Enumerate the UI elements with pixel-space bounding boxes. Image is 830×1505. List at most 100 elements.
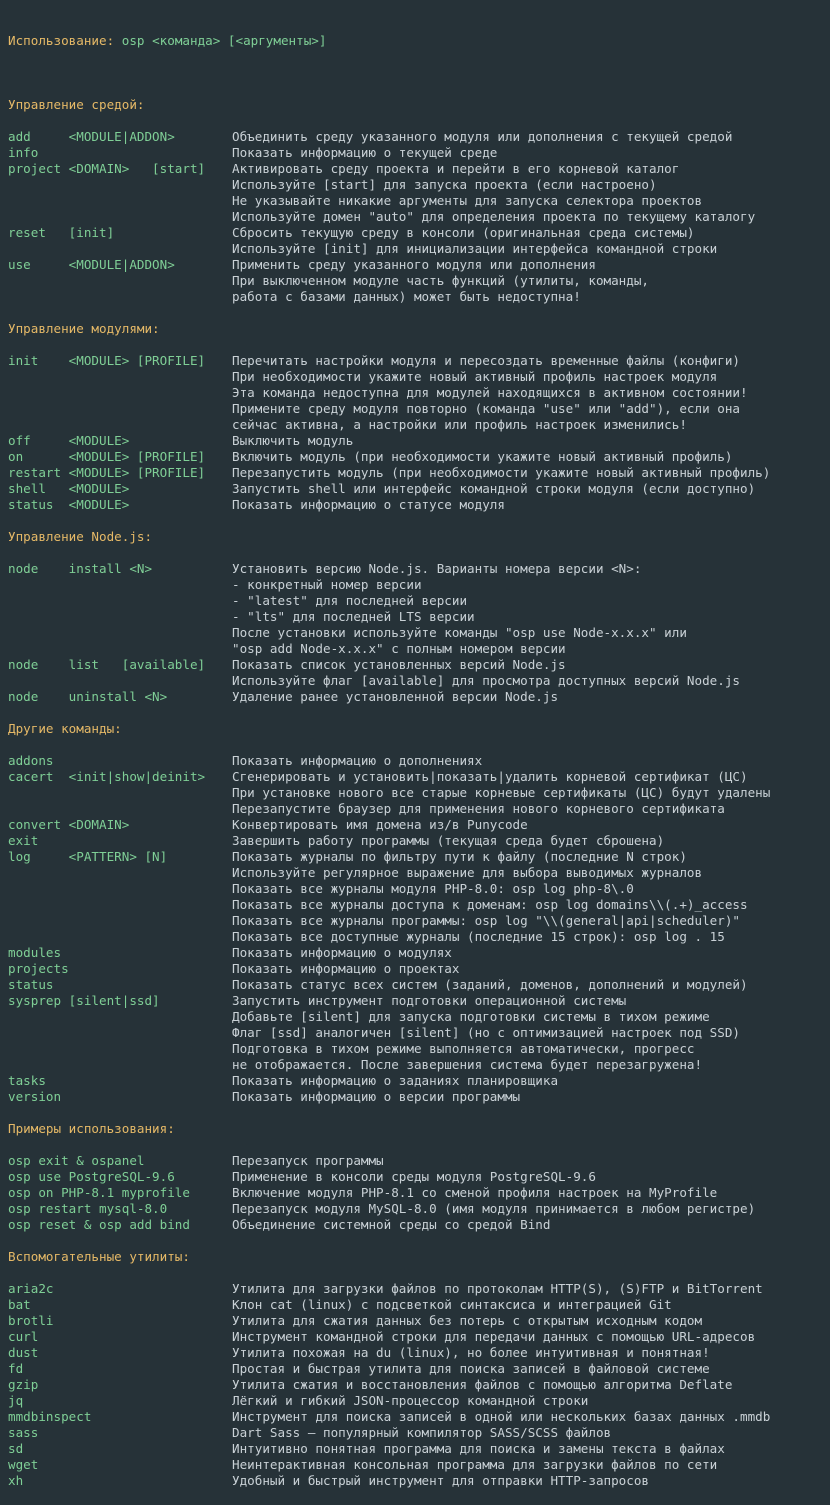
command-row: log <PATTERN> [N] Показать журналы по фил… xyxy=(8,849,830,865)
command-row: status <MODULE> Показать информацию о ста… xyxy=(8,497,830,513)
command-description: Используйте [start] для запуска проекта … xyxy=(232,177,657,192)
command-name: log <PATTERN> [N] xyxy=(8,849,168,864)
command-name: status <MODULE> xyxy=(8,497,130,512)
command-description: Добавьте [silent] для запуска подготовки… xyxy=(232,1009,710,1024)
command-row: restart <MODULE> [PROFILE] Перезапустить … xyxy=(8,465,830,481)
command-description: Удобный и быстрый инструмент для отправк… xyxy=(232,1473,650,1488)
command-name: node list [available] xyxy=(8,657,206,672)
command-name: exit xyxy=(8,833,39,848)
command-row-continuation: не отображается. После завершения систем… xyxy=(8,1057,830,1073)
command-description: Конвертировать имя домена из/в Punycode xyxy=(232,817,528,832)
command-row-continuation: Добавьте [silent] для запуска подготовки… xyxy=(8,1009,830,1025)
command-row: info Показать информацию о текущей среде xyxy=(8,145,830,161)
command-name: jq xyxy=(8,1393,24,1408)
command-row-continuation: Используйте домен "auto" для определения… xyxy=(8,209,830,225)
command-description: При выключенном модуле часть функций (ут… xyxy=(232,273,650,288)
command-row: gzip Утилита сжатия и восстановления файл… xyxy=(8,1377,830,1393)
command-description: После установки используйте команды "osp… xyxy=(232,625,687,640)
command-row: osp on PHP-8.1 myprofile Включение модуля… xyxy=(8,1185,830,1201)
command-description: Объединение системной среды со средой Bi… xyxy=(232,1217,551,1232)
command-description: Перечитать настройки модуля и пересоздат… xyxy=(232,353,740,368)
help-sections: Управление средой: add <MODULE|ADDON> Объе… xyxy=(8,81,830,1489)
command-name: node uninstall <N> xyxy=(8,689,168,704)
command-row: dust Утилита похожая на du (linux), но бо… xyxy=(8,1345,830,1361)
command-row-continuation: При установке нового все старые корневые… xyxy=(8,785,830,801)
command-description: Применить среду указанного модуля или до… xyxy=(232,257,596,272)
command-name: bat xyxy=(8,1297,31,1312)
command-name: off <MODULE> xyxy=(8,433,130,448)
command-name: node install <N> xyxy=(8,561,153,576)
command-description: Используйте флаг [available] для просмот… xyxy=(232,673,740,688)
command-description: Показать информацию о дополнениях xyxy=(232,753,483,768)
command-description: Утилита для загрузки файлов по протокола… xyxy=(232,1281,763,1296)
command-row-continuation: сейчас активна, а настройки или профиль … xyxy=(8,417,830,433)
command-row: add <MODULE|ADDON> Объединить среду указа… xyxy=(8,129,830,145)
command-name: shell <MODULE> xyxy=(8,481,130,496)
command-row: sass Dart Sass — популярный компилятор SA… xyxy=(8,1425,830,1441)
command-name: on <MODULE> [PROFILE] xyxy=(8,449,206,464)
command-description: При установке нового все старые корневые… xyxy=(232,785,771,800)
command-description: Показать информацию о текущей среде xyxy=(232,145,498,160)
command-row: osp reset & osp add bind Объединение сист… xyxy=(8,1217,830,1233)
command-description: Завершить работу программы (текущая сред… xyxy=(232,833,665,848)
command-row: osp exit & ospanel Перезапуск программы xyxy=(8,1153,830,1169)
command-row-continuation: Эта команда недоступна для модулей наход… xyxy=(8,385,830,401)
command-description: Dart Sass — популярный компилятор SASS/S… xyxy=(232,1425,612,1440)
command-row-continuation: - "latest" для последней версии xyxy=(8,593,830,609)
command-row: jq Лёгкий и гибкий JSON-процессор командн… xyxy=(8,1393,830,1409)
command-description: Интуитивно понятная программа для поиска… xyxy=(232,1441,725,1456)
command-row: modules Показать информацию о модулях xyxy=(8,945,830,961)
command-row: version Показать информацию о версии прог… xyxy=(8,1089,830,1105)
command-name: version xyxy=(8,1089,62,1104)
command-description: Активировать среду проекта и перейти в е… xyxy=(232,161,680,176)
command-row-continuation: Флаг [ssd] аналогичен [silent] (но с опт… xyxy=(8,1025,830,1041)
command-description: Утилита для сжатия данных без потерь с о… xyxy=(232,1313,703,1328)
command-row: exit Завершить работу программы (текущая … xyxy=(8,833,830,849)
command-description: "osp add Node-x.x.x" с полным номером ве… xyxy=(232,641,566,656)
command-description: Показать все журналы программы: osp log … xyxy=(232,913,740,928)
command-description: Включение модуля PHP-8.1 со сменой профи… xyxy=(232,1185,718,1200)
command-row-continuation: Показать все журналы программы: osp log … xyxy=(8,913,830,929)
command-description: Подготовка в тихом режиме выполняется ав… xyxy=(232,1041,695,1056)
command-description: Перезапустить модуль (при необходимости … xyxy=(232,465,771,480)
command-row: project <DOMAIN> [start] Активировать сре… xyxy=(8,161,830,177)
usage-command: osp <команда> [<аргументы>] xyxy=(121,33,327,48)
command-row: sd Интуитивно понятная программа для поис… xyxy=(8,1441,830,1457)
command-description: Показать список установленных версий Nod… xyxy=(232,657,566,672)
command-description: Простая и быстрая утилита для поиска зап… xyxy=(232,1361,710,1376)
command-row-continuation: При выключенном модуле часть функций (ут… xyxy=(8,273,830,289)
command-name: mmdbinspect xyxy=(8,1409,92,1424)
command-description: Показать все журналы доступа к доменам: … xyxy=(232,897,748,912)
command-row-continuation: - "lts" для последней LTS версии xyxy=(8,609,830,625)
command-description: При необходимости укажите новый активный… xyxy=(232,369,718,384)
command-row-continuation: Подготовка в тихом режиме выполняется ав… xyxy=(8,1041,830,1057)
command-name: gzip xyxy=(8,1377,39,1392)
command-description: Не указывайте никакие аргументы для запу… xyxy=(232,193,703,208)
command-description: Запустить shell или интерфейс командной … xyxy=(232,481,756,496)
command-name: convert <DOMAIN> xyxy=(8,817,130,832)
command-name: info xyxy=(8,145,39,160)
command-row-continuation: Показать все доступные журналы (последни… xyxy=(8,929,830,945)
command-description: Флаг [ssd] аналогичен [silent] (но с опт… xyxy=(232,1025,740,1040)
command-row: bat Клон cat (linux) с подсветкой синтакс… xyxy=(8,1297,830,1313)
command-description: Перезапустите браузер для применения нов… xyxy=(232,801,725,816)
command-row: off <MODULE> Выключить модуль xyxy=(8,433,830,449)
command-description: Показать статус всех систем (заданий, до… xyxy=(232,977,748,992)
command-description: Неинтерактивная консольная программа для… xyxy=(232,1457,718,1472)
command-description: Установить версию Node.js. Варианты номе… xyxy=(232,561,642,576)
command-name: wget xyxy=(8,1457,39,1472)
command-row-continuation: Показать все журналы модуля PHP-8.0: osp… xyxy=(8,881,830,897)
command-name: sysprep [silent|ssd] xyxy=(8,993,160,1008)
command-description: Показать информацию о статусе модуля xyxy=(232,497,505,512)
section-heading: Управление Node.js: xyxy=(8,529,153,544)
command-description: Используйте регулярное выражение для выб… xyxy=(232,865,703,880)
command-name: tasks xyxy=(8,1073,46,1088)
command-description: Показать журналы по фильтру пути к файлу… xyxy=(232,849,687,864)
command-row-continuation: Не указывайте никакие аргументы для запу… xyxy=(8,193,830,209)
command-row: sysprep [silent|ssd] Запустить инструмент… xyxy=(8,993,830,1009)
